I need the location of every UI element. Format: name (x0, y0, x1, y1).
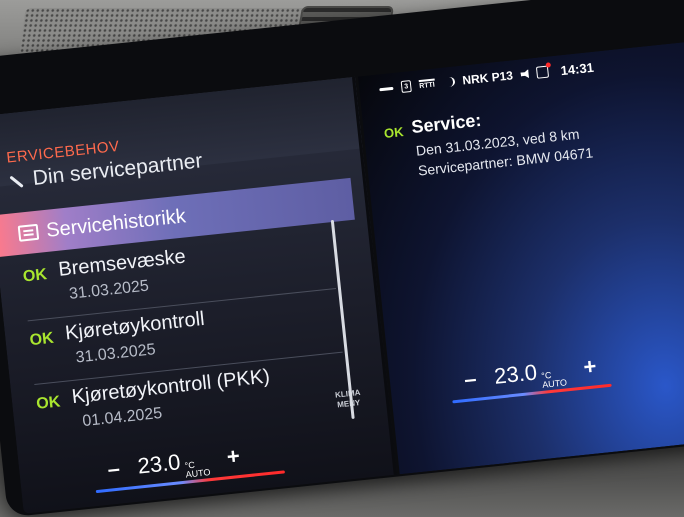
temperature-value: 23.0 (492, 359, 539, 389)
infotainment-display: ERVICEBEHOV Din servicepartner Servicehi… (0, 40, 684, 514)
minimize-icon (379, 86, 394, 91)
wrench-icon (8, 173, 23, 188)
ok-badge: OK (35, 393, 62, 413)
temp-increase-button[interactable]: + (582, 353, 598, 380)
speaker-icon (520, 69, 529, 79)
temp-increase-button[interactable]: + (226, 443, 242, 470)
item-date: 31.03.2025 (68, 277, 150, 303)
ok-badge: OK (22, 266, 48, 286)
rtti-icon: RTTI (418, 78, 436, 91)
item-date: 01.04.2025 (81, 404, 164, 431)
item-date: 31.03.2025 (74, 341, 157, 367)
temperature-unit: °C AUTO (541, 369, 568, 390)
clock: 14:31 (559, 59, 595, 78)
item-name: Bremsevæske (57, 245, 187, 281)
radio-station: NRK P13 (461, 68, 514, 88)
temperature-unit: °C AUTO (184, 459, 211, 480)
message-icon[interactable] (536, 65, 550, 79)
temp-decrease-button[interactable]: – (463, 366, 478, 393)
photo-scene: ERVICEBEHOV Din servicepartner Servicehi… (0, 0, 684, 517)
temp-decrease-button[interactable]: – (106, 456, 121, 483)
service-history-label: Servicehistorikk (45, 204, 187, 242)
ok-badge: OK (28, 329, 55, 350)
service-title: Service: (410, 109, 483, 138)
service-ok-badge: OK (383, 124, 405, 142)
service-history-icon (17, 223, 40, 242)
box-icon: 3 (400, 80, 412, 93)
temperature-value: 23.0 (136, 449, 182, 479)
signal-icon (442, 76, 456, 88)
service-menu-panel: ERVICEBEHOV Din servicepartner Servicehi… (0, 76, 397, 514)
service-detail-panel: 3 RTTI NRK P13 14:31 OK Service: Den 31.… (357, 40, 684, 475)
